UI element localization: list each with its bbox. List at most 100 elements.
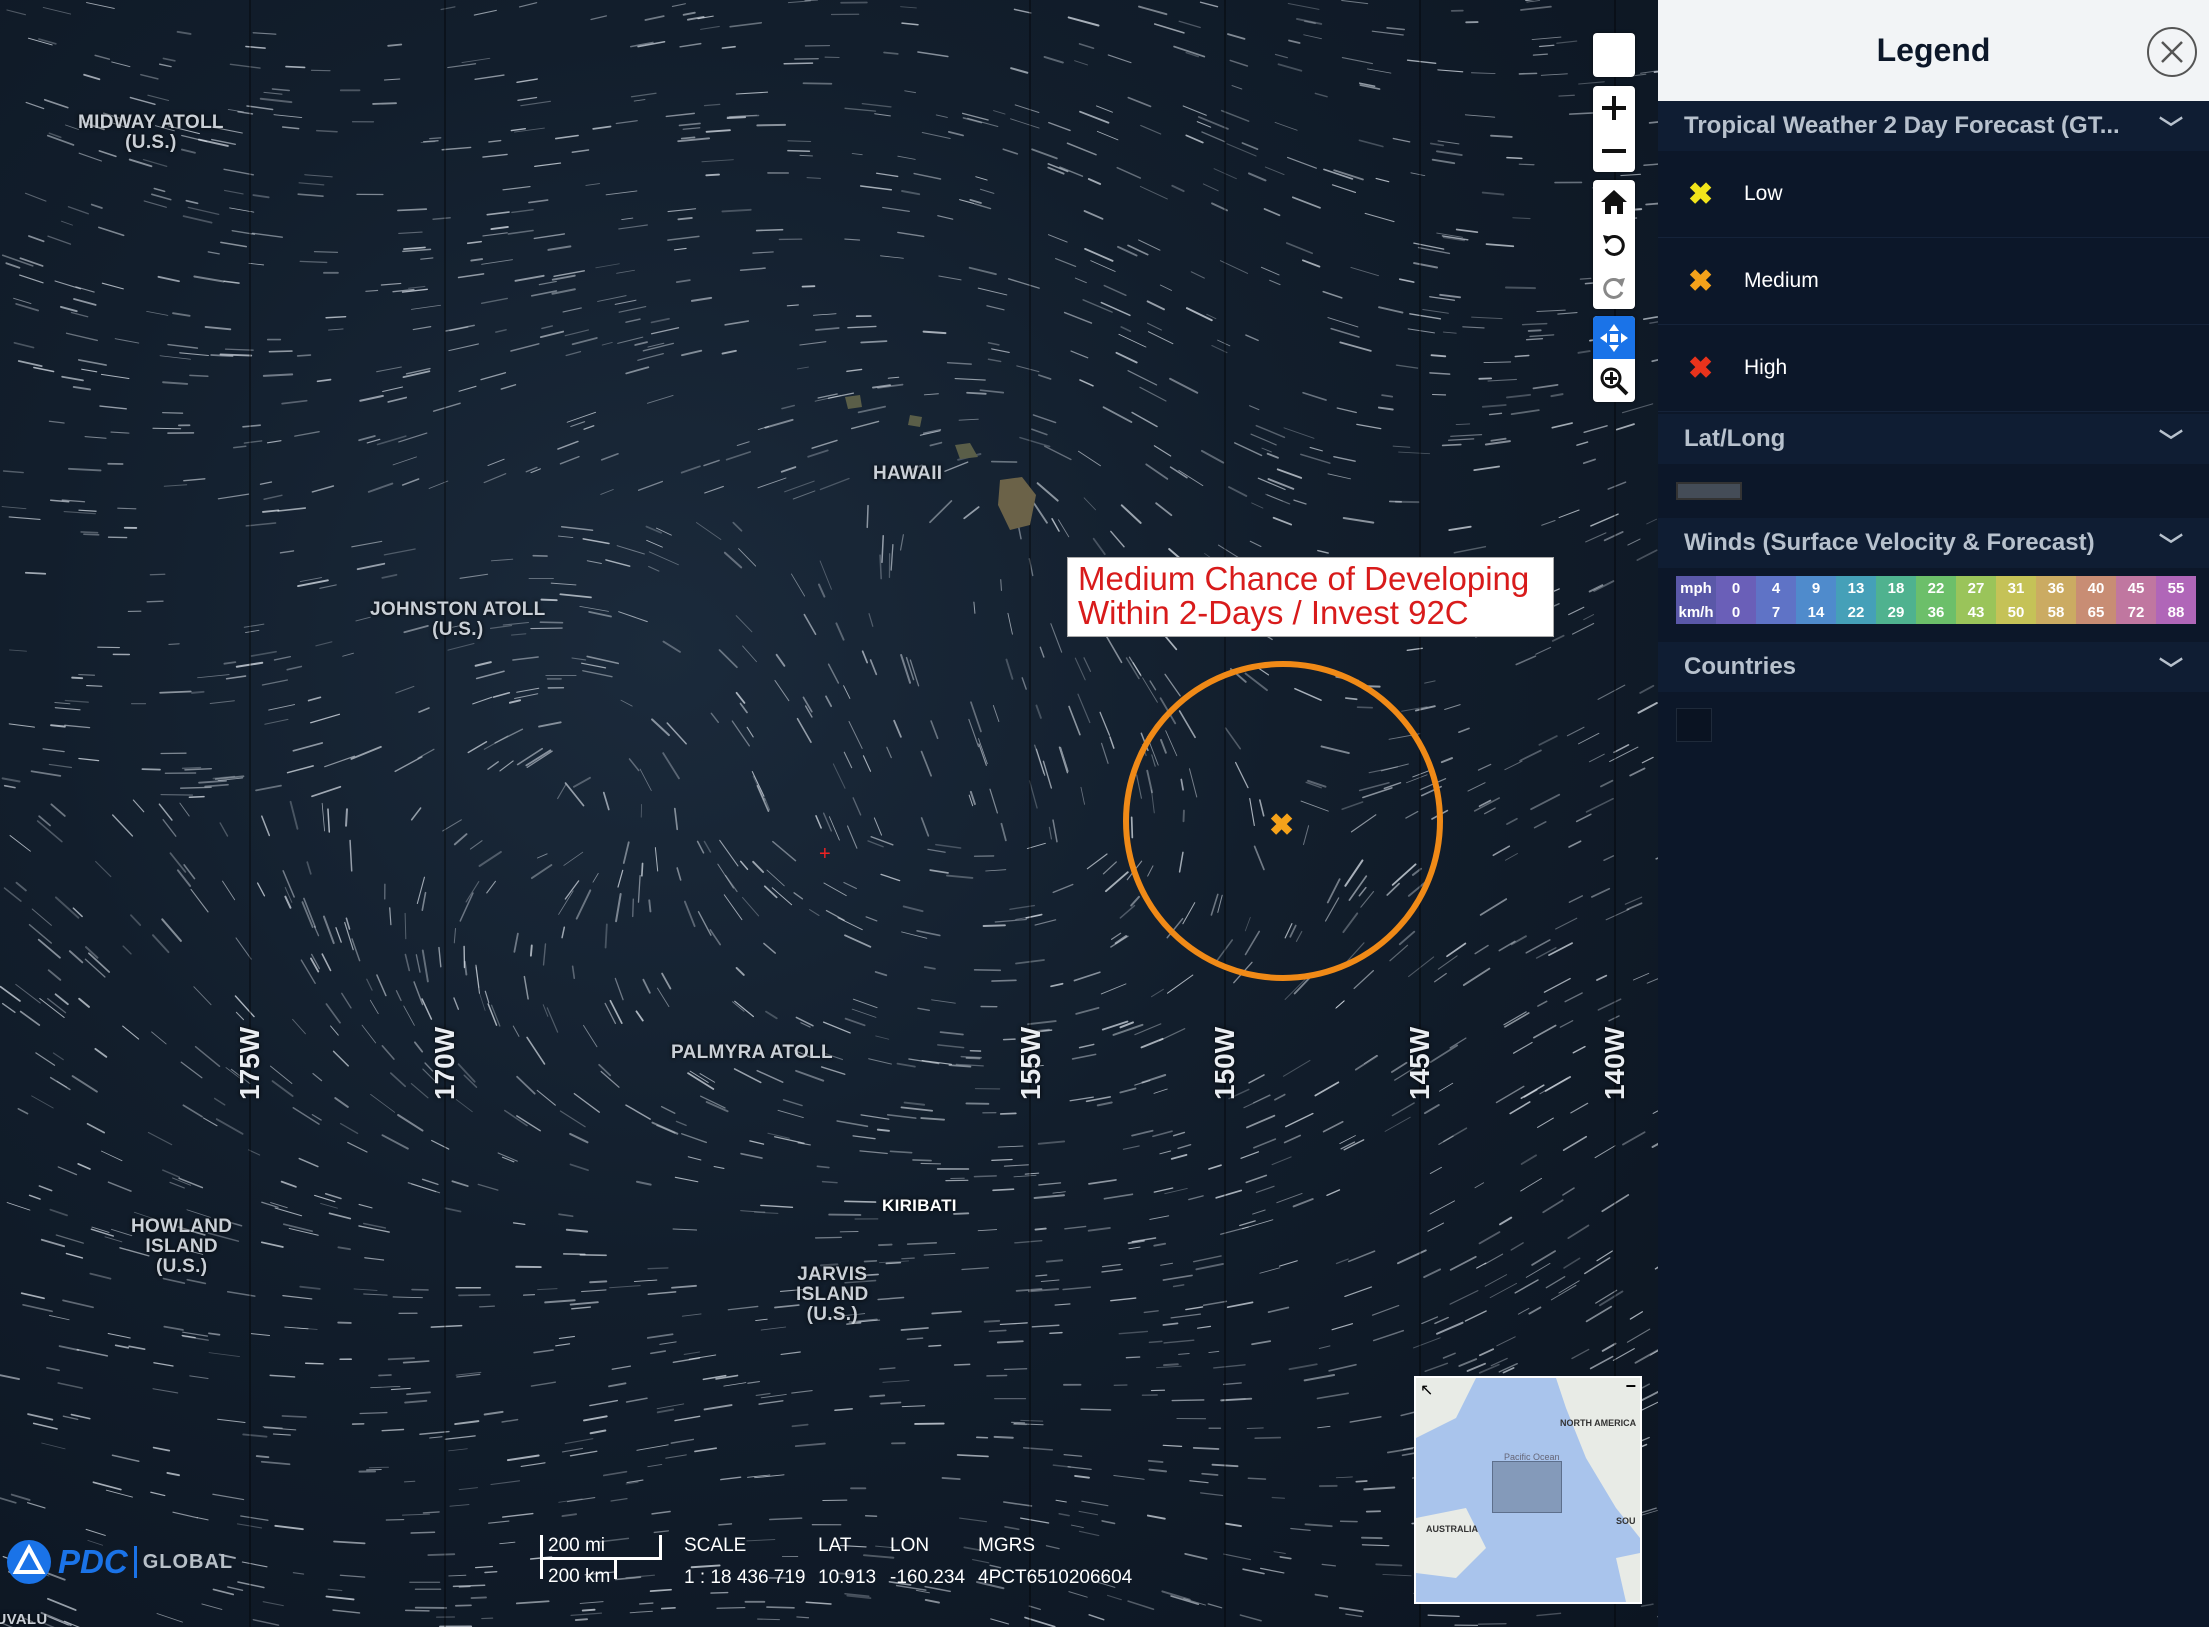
latlong-line-swatch [1676, 482, 1742, 500]
place-johnston: JOHNSTON ATOLL (U.S.) [370, 599, 546, 640]
nav-controls [1593, 180, 1635, 309]
overview-extent-box[interactable] [1492, 1461, 1562, 1513]
kmh-value: 36 [1916, 600, 1956, 624]
scale-value: 1 : 18 436 719 [684, 1567, 806, 1588]
pdc-logo: PDC GLOBAL [6, 1539, 233, 1585]
home-icon [1601, 189, 1627, 214]
logo-brand: PDC [58, 1543, 128, 1580]
rotate-left-icon [1603, 234, 1625, 256]
rotate-left-button[interactable] [1593, 223, 1635, 266]
lon-label: 170W [429, 1026, 460, 1100]
kmh-value: 65 [2076, 600, 2116, 624]
collapse-minimap-icon[interactable]: − [1625, 1378, 1636, 1397]
legend-header: Legend [1658, 0, 2209, 101]
lon-label: 140W [1599, 1026, 1630, 1100]
map-view[interactable]: MIDWAY ATOLL (U.S.) HAWAII JOHNSTON ATOL… [0, 0, 1658, 1627]
plus-icon [1602, 95, 1626, 120]
blank-button[interactable] [1593, 33, 1635, 77]
kmh-value: 14 [1796, 600, 1836, 624]
overview-map[interactable]: NORTH AMERICA Pacific Ocean AUSTRALIA SO… [1414, 1376, 1642, 1604]
minimap-label: NORTH AMERICA [1560, 1418, 1637, 1428]
lat-value: 10.913 [818, 1567, 877, 1588]
section-title: Tropical Weather 2 Day Forecast (GT... [1684, 112, 2120, 139]
mph-value: 18 [1876, 576, 1916, 600]
chevron-down-icon: ﹀ [2159, 656, 2183, 684]
crosshair-icon: + [819, 843, 831, 865]
callout-line1: Medium Chance of Developing [1078, 560, 1530, 597]
minus-icon [1602, 148, 1626, 153]
kmh-value: 0 [1716, 600, 1756, 624]
chevron-down-icon: ﹀ [2159, 428, 2183, 456]
section-title: Winds (Surface Velocity & Forecast) [1684, 529, 2095, 556]
medium-marker-icon[interactable]: ✖ [1269, 808, 1294, 843]
section-countries-header[interactable]: Countries ﹀ [1658, 642, 2209, 692]
kmh-value: 58 [2036, 600, 2076, 624]
legend-item-high: ✖ High [1658, 325, 2209, 412]
tool-controls [1593, 316, 1635, 402]
mph-value: 27 [1956, 576, 1996, 600]
lon-label: 175W [234, 1026, 265, 1100]
medium-x-icon: ✖ [1688, 264, 1714, 298]
mph-value: 55 [2156, 576, 2196, 600]
close-legend-button[interactable] [2147, 27, 2197, 77]
mph-value: 22 [1916, 576, 1956, 600]
kmh-value: 88 [2156, 600, 2196, 624]
kmh-value: 7 [1756, 600, 1796, 624]
mph-value: 13 [1836, 576, 1876, 600]
countries-swatch [1676, 708, 1712, 742]
zoom-tool-button[interactable] [1593, 359, 1635, 402]
mph-value: 40 [2076, 576, 2116, 600]
zoom-in-button[interactable] [1593, 86, 1635, 129]
section-tropical-header[interactable]: Tropical Weather 2 Day Forecast (GT... ﹀ [1658, 101, 2209, 151]
section-latlong-header[interactable]: Lat/Long ﹀ [1658, 414, 2209, 464]
chevron-down-icon: ﹀ [2159, 115, 2183, 143]
expand-icon[interactable]: ↖ [1420, 1380, 1433, 1400]
callout-line2: Within 2-Days / Invest 92C [1078, 594, 1469, 631]
mph-value: 9 [1796, 576, 1836, 600]
legend-panel: Legend Tropical Weather 2 Day Forecast (… [1658, 0, 2209, 1627]
legend-item-medium: ✖ Medium [1658, 238, 2209, 325]
minimap-label: AUSTRALIA [1426, 1524, 1478, 1534]
kmh-label: km/h [1676, 600, 1716, 624]
mph-value: 36 [2036, 576, 2076, 600]
lon-label-readout: LON [890, 1535, 930, 1556]
kmh-value: 72 [2116, 600, 2156, 624]
kmh-value: 29 [1876, 600, 1916, 624]
kmh-value: 43 [1956, 600, 1996, 624]
zoom-out-button[interactable] [1593, 129, 1635, 172]
rotate-right-icon [1603, 277, 1625, 299]
place-tuvalu: TUVALU [0, 1611, 48, 1627]
section-title: Countries [1684, 653, 1797, 680]
scale-km: 200 km [548, 1566, 611, 1587]
minimap-label: Pacific Ocean [1504, 1452, 1560, 1462]
lon-label: 155W [1015, 1026, 1046, 1100]
place-palmyra: PALMYRA ATOLL [671, 1042, 833, 1063]
mph-value: 45 [2116, 576, 2156, 600]
scale-miles: 200 mi [548, 1535, 606, 1556]
wind-speed-scale: mph 0 4 9 13 18 22 27 31 36 40 45 55 km/h 0 7 14 22 29 36 4… [1676, 576, 2196, 624]
magnifier-plus-icon [1600, 367, 1629, 395]
home-button[interactable] [1593, 180, 1635, 223]
rotate-right-button[interactable] [1593, 266, 1635, 309]
legend-item-label: Medium [1744, 269, 1819, 292]
pdc-triangle-icon [7, 1540, 51, 1584]
place-jarvis: JARVIS ISLAND (U.S.) [796, 1264, 869, 1325]
lat-label: LAT [818, 1535, 852, 1556]
kmh-value: 22 [1836, 600, 1876, 624]
mgrs-value: 4PCT6510206604 [978, 1567, 1133, 1588]
lon-value: -160.234 [890, 1567, 966, 1588]
legend-item-low: ✖ Low [1658, 151, 2209, 238]
section-winds-header[interactable]: Winds (Surface Velocity & Forecast) ﹀ [1658, 518, 2209, 568]
legend-title: Legend [1876, 32, 1991, 68]
high-x-icon: ✖ [1688, 351, 1714, 385]
mgrs-label: MGRS [978, 1535, 1035, 1556]
chevron-down-icon: ﹀ [2159, 532, 2183, 560]
mph-label: mph [1676, 576, 1716, 600]
place-kiribati: KIRIBATI [882, 1196, 957, 1215]
pan-arrows-icon [1600, 323, 1628, 352]
pan-button[interactable] [1593, 316, 1635, 359]
close-icon [2161, 41, 2183, 63]
scale-label: SCALE [684, 1535, 747, 1556]
latlong-swatch-row [1658, 464, 2209, 518]
hawaii-islands [845, 395, 1036, 530]
